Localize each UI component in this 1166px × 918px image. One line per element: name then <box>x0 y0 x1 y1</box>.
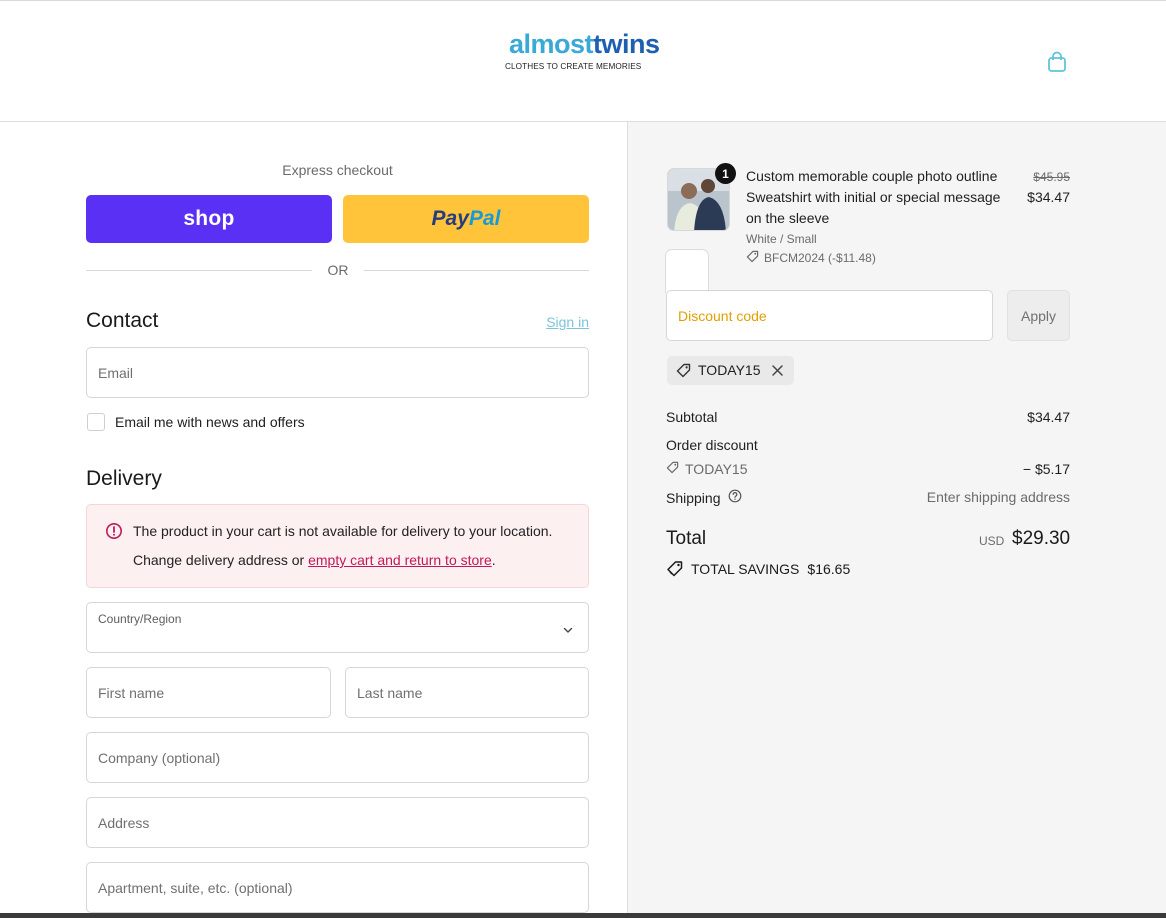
chevron-down-icon <box>562 623 574 635</box>
total-label: Total <box>666 528 707 549</box>
checkout-page: almosttwins CLOTHES TO CREATE MEMORIES E… <box>0 0 1166 918</box>
product-title: Custom memorable couple photo outline Sw… <box>746 168 1001 226</box>
subtotal-value: $34.47 <box>1027 409 1070 425</box>
or-divider-left <box>86 270 312 271</box>
empty-cart-link[interactable]: empty cart and return to store <box>308 552 492 568</box>
shipping-label: Shipping <box>666 489 721 506</box>
total-value: $29.30 <box>1012 528 1071 549</box>
product-original-price: $45.95 <box>1033 170 1070 184</box>
window-bottom-edge <box>0 913 1166 918</box>
email-placeholder: Email <box>98 364 134 381</box>
error-icon <box>105 522 123 540</box>
or-divider-label: OR <box>327 262 349 278</box>
product-discount: BFCM2024 (-$11.48) <box>746 250 876 266</box>
order-discount-label: Order discount <box>666 437 758 453</box>
discount-code-field[interactable]: Discount code <box>666 290 993 341</box>
quantity-badge: 1 <box>715 163 736 184</box>
applied-discount-chip: TODAY15 <box>667 356 794 385</box>
cart-icon[interactable] <box>1044 49 1070 75</box>
paypal-button[interactable]: Pay Pal <box>343 195 589 243</box>
country-label: Country/Region <box>98 612 182 626</box>
logo-tagline: CLOTHES TO CREATE MEMORIES <box>505 62 642 71</box>
express-checkout-title: Express checkout <box>282 162 393 178</box>
newsletter-label: Email me with news and offers <box>115 414 305 430</box>
apply-discount-button[interactable]: Apply <box>1007 290 1070 341</box>
delivery-error-message: The product in your cart is not availabl… <box>133 523 553 539</box>
delivery-error-suffix: . <box>491 552 496 568</box>
address-placeholder: Address <box>98 814 150 831</box>
close-icon[interactable] <box>770 363 785 378</box>
discount-code-placeholder: Discount code <box>678 308 767 324</box>
product-price: $34.47 <box>1027 189 1070 205</box>
header: almosttwins CLOTHES TO CREATE MEMORIES <box>0 1 1166 122</box>
total-savings-label: TOTAL SAVINGS <box>691 561 800 577</box>
sign-in-link[interactable]: Sign in <box>520 314 589 330</box>
company-field[interactable]: Company (optional) <box>86 732 589 783</box>
help-icon[interactable] <box>728 489 742 506</box>
shop-pay-label: shop <box>183 207 235 230</box>
company-placeholder: Company (optional) <box>98 749 221 766</box>
tag-icon <box>666 461 679 477</box>
total-savings-value: $16.65 <box>807 561 851 577</box>
first-name-field[interactable]: First name <box>86 667 331 718</box>
savings-tag-icon <box>666 560 684 578</box>
delivery-error-prefix: Change delivery address or <box>133 552 309 568</box>
total-currency: USD <box>979 534 1005 548</box>
apartment-field[interactable]: Apartment, suite, etc. (optional) <box>86 862 589 913</box>
order-summary-panel <box>627 122 1166 918</box>
delivery-title: Delivery <box>86 467 162 490</box>
address-field[interactable]: Address <box>86 797 589 848</box>
logo-word-a: almost <box>509 29 594 59</box>
email-field[interactable]: Email <box>86 347 589 398</box>
last-name-field[interactable]: Last name <box>345 667 589 718</box>
or-divider-right <box>364 270 589 271</box>
order-discount-code: TODAY15 <box>666 461 748 477</box>
shipping-row: Shipping <box>666 489 742 506</box>
subtotal-label: Subtotal <box>666 409 718 425</box>
shop-pay-button[interactable]: shop <box>86 195 332 243</box>
product-variant: White / Small <box>746 232 817 246</box>
logo-word-b: twins <box>593 29 660 59</box>
order-discount-value: − $5.17 <box>1022 461 1070 477</box>
shipping-value: Enter shipping address <box>926 489 1070 505</box>
total-savings: TOTAL SAVINGS $16.65 <box>666 560 850 578</box>
tag-icon <box>746 250 759 266</box>
applied-discount-code: TODAY15 <box>698 362 761 378</box>
first-name-placeholder: First name <box>98 684 165 701</box>
apartment-placeholder: Apartment, suite, etc. (optional) <box>98 879 293 896</box>
order-discount-code-label: TODAY15 <box>685 461 748 477</box>
paypal-label-b: Pal <box>468 207 501 230</box>
delivery-error-banner: The product in your cart is not availabl… <box>86 504 589 588</box>
logo-wordmark: almosttwins <box>509 29 660 60</box>
country-select[interactable]: Country/Region <box>86 602 589 653</box>
last-name-placeholder: Last name <box>357 684 423 701</box>
store-logo[interactable]: almosttwins CLOTHES TO CREATE MEMORIES <box>503 29 660 75</box>
delivery-error-action: Change delivery address or empty cart an… <box>133 552 496 568</box>
product-thumbnail-placeholder <box>665 249 709 293</box>
paypal-label-a: Pay <box>431 207 469 230</box>
newsletter-checkbox[interactable] <box>87 413 105 431</box>
contact-title: Contact <box>86 309 159 332</box>
tag-icon <box>676 363 691 378</box>
product-discount-label: BFCM2024 (-$11.48) <box>764 251 876 265</box>
